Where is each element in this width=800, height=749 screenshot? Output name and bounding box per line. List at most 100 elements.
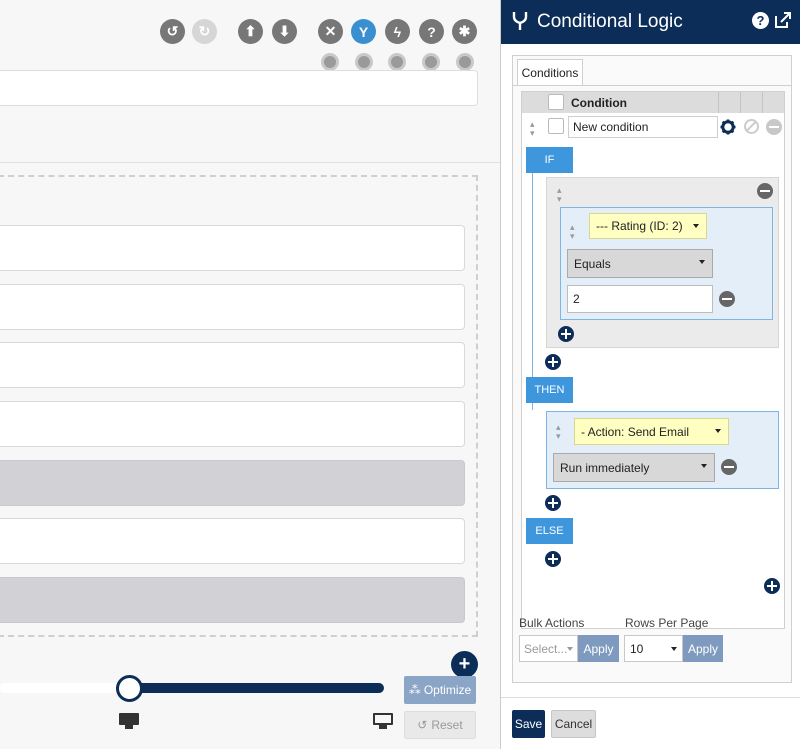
- operator-select-value: Equals: [574, 256, 611, 271]
- add-action-icon[interactable]: [545, 495, 561, 511]
- branch-icon: [512, 12, 528, 30]
- bulk-actions-label: Bulk Actions: [519, 616, 585, 630]
- bulk-actions-placeholder: Select...: [524, 642, 568, 656]
- chevron-down-icon: [693, 224, 699, 228]
- action-select[interactable]: - Action: Send Email: [574, 418, 729, 445]
- add-group-icon[interactable]: [545, 354, 561, 370]
- history-icon[interactable]: ↺: [160, 19, 185, 44]
- magic-wand-icon: ⁂: [408, 683, 421, 697]
- rows-per-page-label: Rows Per Page: [625, 616, 709, 630]
- remove-action-icon[interactable]: [721, 459, 737, 475]
- value-input[interactable]: 2: [567, 285, 713, 313]
- row-checkbox[interactable]: [548, 118, 564, 134]
- form-field-5[interactable]: [0, 460, 465, 506]
- chevron-down-icon: [715, 429, 721, 433]
- toolbar-indicator-dot: [388, 53, 406, 71]
- form-title-field[interactable]: [0, 70, 478, 106]
- action-rule: ▴ ▾ - Action: Send Email Run immediately: [546, 411, 779, 489]
- chevron-down-icon: [699, 260, 705, 264]
- rows-per-page-value: 10: [630, 642, 644, 656]
- tools-icon[interactable]: ✕: [318, 19, 343, 44]
- tab-conditions[interactable]: Conditions: [517, 59, 583, 86]
- select-all-checkbox[interactable]: [548, 94, 564, 110]
- drag-handle-icon[interactable]: ▴ ▾: [530, 120, 535, 138]
- rows-apply-button[interactable]: Apply: [683, 635, 723, 662]
- condition-rule: ▴ ▾ --- Rating (ID: 2) Equals 2: [560, 207, 773, 320]
- optimize-button[interactable]: ⁂ Optimize: [404, 676, 476, 704]
- form-field-6[interactable]: [0, 518, 465, 564]
- upload-icon[interactable]: ⬆: [238, 19, 263, 44]
- toolbar-indicator-dot: [355, 53, 373, 71]
- toolbar-indicator-dot: [422, 53, 440, 71]
- field-select[interactable]: --- Rating (ID: 2): [589, 213, 707, 239]
- reset-label: Reset: [431, 718, 463, 732]
- help-icon[interactable]: ?: [419, 19, 444, 44]
- bulk-actions-select[interactable]: Select...: [519, 635, 578, 662]
- remove-rule-icon[interactable]: [719, 291, 735, 307]
- panel-header: Conditional Logic ?: [501, 0, 800, 44]
- conditions-table: Condition ▴ ▾ New condition IF ▴ ▾ ▴ ▾ -…: [521, 91, 785, 629]
- chevron-down-icon: [701, 464, 707, 468]
- drag-handle-icon[interactable]: ▴ ▾: [556, 423, 561, 441]
- remove-condition-icon[interactable]: [766, 119, 782, 135]
- timing-select-value: Run immediately: [560, 460, 650, 475]
- else-label: ELSE: [526, 518, 573, 544]
- condition-name-input[interactable]: New condition: [568, 116, 718, 138]
- tab-underline: [513, 85, 791, 86]
- zoom-slider-fill: [130, 683, 384, 693]
- help-icon[interactable]: ?: [752, 12, 769, 29]
- column-header-condition: Condition: [571, 96, 627, 110]
- timing-select[interactable]: Run immediately: [553, 453, 715, 482]
- bulk-apply-button[interactable]: Apply: [578, 635, 619, 662]
- then-label: THEN: [526, 377, 573, 403]
- conditional-logic-icon[interactable]: Y: [351, 19, 376, 44]
- drag-handle-icon[interactable]: ▴ ▾: [557, 186, 562, 204]
- field-select-value: --- Rating (ID: 2): [596, 219, 683, 233]
- add-field-button[interactable]: +: [451, 651, 478, 678]
- redo-icon[interactable]: ↻: [192, 19, 217, 44]
- chevron-down-icon: [567, 647, 573, 651]
- logic-connector-line: [532, 173, 533, 410]
- add-rule-icon[interactable]: [558, 326, 574, 342]
- gear-icon[interactable]: [720, 119, 736, 135]
- if-label: IF: [526, 147, 573, 173]
- download-icon[interactable]: ⬇: [272, 19, 297, 44]
- form-builder-canvas: ↺ ↻ ⬆ ⬇ ✕ Y ϟ ? ✱ + ⁂ Optimize ↺ Reset: [0, 0, 500, 749]
- panel-title: Conditional Logic: [537, 11, 683, 32]
- expand-icon[interactable]: [774, 11, 792, 29]
- optimize-label: Optimize: [423, 683, 472, 697]
- column-divider: [740, 92, 741, 113]
- desktop-view-icon[interactable]: [119, 713, 139, 729]
- drag-handle-icon[interactable]: ▴ ▾: [570, 223, 575, 241]
- rows-per-page-select[interactable]: 10: [624, 635, 683, 662]
- tabs-container: Conditions Condition ▴ ▾ New condition I…: [512, 55, 792, 683]
- column-divider: [762, 92, 763, 113]
- column-divider: [718, 92, 719, 113]
- reset-icon: ↺: [417, 718, 428, 732]
- lightning-icon[interactable]: ϟ: [385, 19, 410, 44]
- settings-icon[interactable]: ✱: [452, 19, 477, 44]
- zoom-slider-handle[interactable]: [116, 675, 143, 702]
- toolbar-indicator-dot: [456, 53, 474, 71]
- save-button[interactable]: Save: [512, 710, 545, 738]
- remove-group-icon[interactable]: [757, 183, 773, 199]
- add-condition-icon[interactable]: [764, 578, 780, 594]
- cancel-button[interactable]: Cancel: [551, 710, 596, 738]
- disable-icon[interactable]: [744, 119, 759, 134]
- table-header: Condition: [522, 92, 784, 113]
- divider: [0, 162, 500, 163]
- condition-group: ▴ ▾ ▴ ▾ --- Rating (ID: 2) Equals 2: [546, 177, 779, 348]
- form-field-2[interactable]: [0, 284, 465, 330]
- action-select-value: - Action: Send Email: [581, 424, 690, 439]
- form-field-1[interactable]: [0, 225, 465, 271]
- monitor-icon[interactable]: [373, 713, 393, 729]
- conditional-logic-panel: Conditional Logic ? Conditions Condition…: [500, 0, 800, 749]
- toolbar-indicator-dot: [321, 53, 339, 71]
- operator-select[interactable]: Equals: [567, 249, 713, 278]
- reset-button[interactable]: ↺ Reset: [404, 711, 476, 739]
- add-else-action-icon[interactable]: [545, 551, 561, 567]
- form-field-4[interactable]: [0, 401, 465, 447]
- form-field-3[interactable]: [0, 342, 465, 388]
- footer-divider: [501, 697, 800, 698]
- form-field-7[interactable]: [0, 577, 465, 623]
